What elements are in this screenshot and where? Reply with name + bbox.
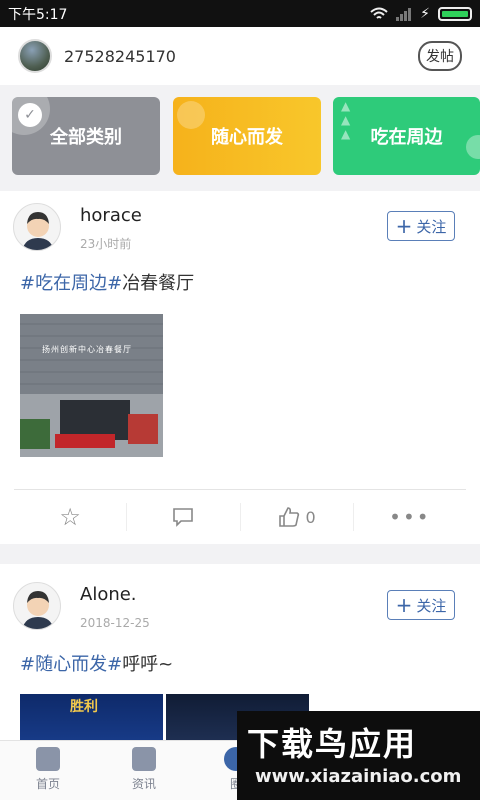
category-all-label: 全部类别 [50,127,122,148]
avatar-face-icon [22,591,54,629]
favorite-button[interactable]: ☆ [14,490,126,544]
avatar-face-icon [22,212,54,250]
user-header: 27528245170 发帖 [0,27,480,85]
post-actions: ☆ 0 ••• [14,489,466,544]
like-button[interactable]: 0 [241,490,353,544]
charging-icon: ⚡ [420,5,430,22]
author-name: Alone. [80,584,137,605]
status-bar: 下午5:17 ⚡ [0,0,480,27]
watermark-url: www.xiazainiao.com [255,766,462,787]
like-count: 0 [305,507,316,527]
nav-news-label: 资讯 [131,777,156,791]
post-time: 23小时前 [80,237,132,251]
category-nearby-food-label: 吃在周边 [370,127,443,148]
post-text: #随心而发#呼呼~ [20,650,173,676]
thumbs-up-icon [278,507,299,527]
plus-icon: + [395,214,413,238]
category-all[interactable]: ✓ 全部类别 [12,97,160,175]
post-tag[interactable]: #吃在周边 [20,273,107,294]
news-icon [132,747,156,771]
game-banner-text: 胜利 [70,699,98,715]
username: 27528245170 [64,46,176,66]
plus-icon: + [395,593,413,617]
post-tag[interactable]: #随心而发 [20,654,107,675]
post-body: 冶春餐厅 [122,273,195,294]
decor-circle [177,101,205,129]
tree-icon: ▲ ▲ ▲ [341,99,351,141]
check-icon: ✓ [18,103,42,127]
nav-news[interactable]: 资讯 [114,747,174,792]
photo-sign-text: 扬州创新中心冶春餐厅 [42,345,132,354]
battery-icon [438,6,472,21]
post-body: 呼呼~ [122,654,174,675]
signal-icon [396,7,412,21]
comment-icon [173,508,194,527]
follow-label: 关注 [416,596,447,615]
wifi-icon [370,7,388,19]
watermark: 下载鸟应用 www.xiazainiao.com [237,711,480,800]
author-avatar[interactable] [13,582,61,630]
follow-button[interactable]: + 关注 [387,590,455,620]
category-nearby-food[interactable]: ▲ ▲ ▲ 吃在周边 [333,97,480,175]
status-time: 下午5:17 [8,6,68,23]
author-avatar[interactable] [13,203,61,251]
post-time: 2018-12-25 [80,616,150,630]
category-random-label: 随心而发 [211,127,283,148]
more-button[interactable]: ••• [354,490,466,544]
follow-button[interactable]: + 关注 [387,211,455,241]
post-tag-hash[interactable]: # [107,273,122,294]
nav-home[interactable]: 首页 [18,747,78,792]
comment-button[interactable] [127,490,239,544]
more-icon: ••• [389,505,431,529]
watermark-title: 下载鸟应用 [247,725,418,763]
star-icon: ☆ [59,503,81,531]
decor-circle [466,135,480,159]
post-button-label: 发帖 [426,49,454,65]
post-tag-hash[interactable]: # [107,654,122,675]
category-random[interactable]: 随心而发 [173,97,321,175]
follow-label: 关注 [416,217,447,236]
post-photo[interactable]: 胜利 [20,694,163,740]
status-icons: ⚡ [370,6,472,22]
post-text: #吃在周边#冶春餐厅 [20,269,194,295]
post-button[interactable]: 发帖 [418,41,462,71]
category-bar: ✓ 全部类别 随心而发 ▲ ▲ ▲ 吃在周边 [0,85,480,191]
feed-post: horace 23小时前 + 关注 #吃在周边#冶春餐厅 扬州创新中心冶春餐厅 … [0,191,480,544]
nav-home-label: 首页 [35,777,60,791]
user-avatar[interactable] [18,39,52,73]
home-icon [36,747,60,771]
author-name: horace [80,205,142,226]
post-photo[interactable]: 扬州创新中心冶春餐厅 [20,314,163,457]
